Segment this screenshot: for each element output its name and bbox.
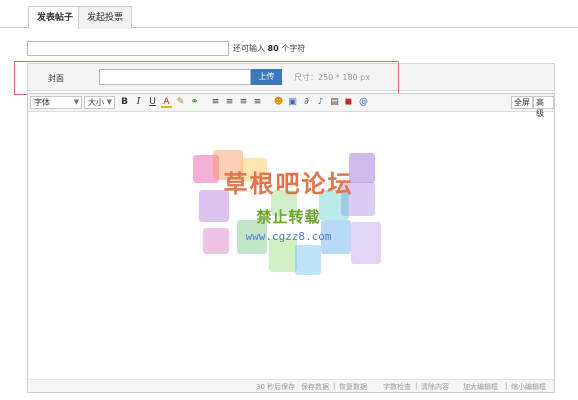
tab-post-thread[interactable]: 发表帖子 bbox=[28, 6, 83, 29]
watermark-logo: 草根吧论坛 禁止转载 www.cgzz8.com bbox=[191, 150, 386, 280]
link-icon[interactable]: ⚭ bbox=[189, 97, 200, 108]
word-check-link[interactable]: 字数检查 bbox=[383, 382, 411, 392]
align-center-icon[interactable]: ≡ bbox=[224, 97, 235, 108]
upload-button[interactable]: 上传 bbox=[251, 69, 282, 85]
cover-size-hint: 尺寸：250 * 180 px bbox=[294, 73, 370, 82]
editor-toolbar: 字体 ▼ 大小 ▼ B I U A ✎ ⚭ ≡ ≡ ≡ ≡ ☻ ▣ ∂ ♪ ▤ … bbox=[28, 94, 554, 118]
fullscreen-button[interactable]: 全屏 bbox=[511, 96, 533, 109]
smiley-icon[interactable]: ☻ bbox=[273, 97, 284, 108]
save-data-link[interactable]: 保存数据 bbox=[301, 382, 329, 392]
video-icon[interactable]: ▤ bbox=[329, 97, 340, 108]
autosave-countdown: 30 秒后保存 bbox=[256, 383, 296, 391]
watermark-subtitle: 禁止转载 bbox=[256, 208, 321, 226]
cover-label: 封面 bbox=[48, 74, 64, 83]
enlarge-editor-link[interactable]: 加大编辑框 bbox=[463, 382, 498, 392]
advanced-button[interactable]: 高级 bbox=[533, 96, 554, 118]
chevron-down-icon: ▼ bbox=[106, 98, 112, 106]
highlight-icon[interactable]: ✎ bbox=[175, 97, 186, 108]
justify-icon[interactable]: ≡ bbox=[252, 97, 263, 108]
font-size-select[interactable]: 大小 ▼ bbox=[84, 96, 115, 109]
at-icon[interactable]: @ bbox=[358, 97, 369, 108]
rich-text-editor: 字体 ▼ 大小 ▼ B I U A ✎ ⚭ ≡ ≡ ≡ ≡ ☻ ▣ ∂ ♪ ▤ … bbox=[27, 93, 555, 393]
divider: | bbox=[333, 382, 336, 390]
watermark-title: 草根吧论坛 bbox=[223, 169, 354, 198]
post-type-tabs: 发表帖子 发起投票 bbox=[0, 0, 578, 29]
align-left-icon[interactable]: ≡ bbox=[210, 97, 221, 108]
cover-file-input[interactable] bbox=[99, 69, 251, 85]
font-size-label: 大小 bbox=[88, 98, 104, 107]
font-family-select[interactable]: 字体 ▼ bbox=[30, 96, 82, 109]
music-icon[interactable]: ♪ bbox=[315, 97, 326, 108]
flash-icon[interactable]: ◼ bbox=[343, 97, 354, 108]
image-icon[interactable]: ▣ bbox=[287, 97, 298, 108]
attachment-icon[interactable]: ∂ bbox=[301, 97, 312, 108]
align-right-icon[interactable]: ≡ bbox=[238, 97, 249, 108]
clear-content-link[interactable]: 清除内容 bbox=[421, 382, 449, 392]
editor-content-area[interactable]: 草根吧论坛 禁止转载 www.cgzz8.com bbox=[28, 113, 554, 380]
restore-data-link[interactable]: 恢复数据 bbox=[339, 382, 367, 392]
divider: | bbox=[415, 382, 418, 390]
shrink-editor-link[interactable]: 缩小编辑框 bbox=[511, 382, 546, 392]
chevron-down-icon: ▼ bbox=[73, 98, 79, 106]
font-family-label: 字体 bbox=[34, 98, 50, 107]
watermark-url: www.cgzz8.com bbox=[245, 230, 332, 243]
remaining-count: 80 bbox=[267, 44, 279, 53]
divider: | bbox=[505, 382, 508, 390]
remaining-chars-hint: 还可输入 80 个字符 bbox=[233, 43, 305, 54]
editor-statusbar: 30 秒后保存 保存数据 | 恢复数据 字数检查 | 清除内容 加大编辑框 | … bbox=[28, 379, 554, 392]
bold-icon[interactable]: B bbox=[119, 97, 130, 108]
text-color-icon[interactable]: A bbox=[161, 97, 172, 108]
tab-start-poll[interactable]: 发起投票 bbox=[78, 6, 133, 29]
subject-input[interactable] bbox=[27, 41, 229, 56]
remaining-suffix: 个字符 bbox=[281, 44, 306, 53]
underline-icon[interactable]: U bbox=[147, 97, 158, 108]
remaining-prefix: 还可输入 bbox=[233, 44, 265, 53]
italic-icon[interactable]: I bbox=[133, 97, 144, 108]
